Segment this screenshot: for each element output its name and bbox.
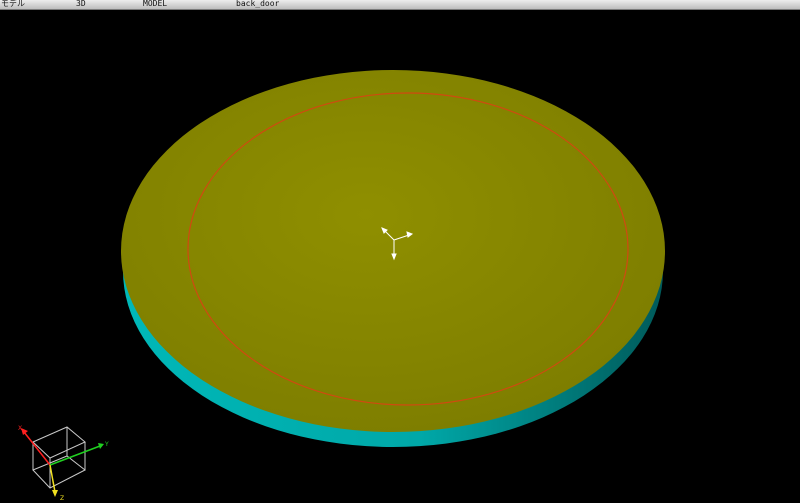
x-axis-label: X [18, 425, 22, 432]
view-cube-icon[interactable] [21, 426, 104, 497]
y-axis-label: Y [104, 441, 109, 448]
title-bar: モデル 3D MODEL back_door [0, 0, 800, 10]
view-label: 3D [76, 0, 86, 8]
type-label: MODEL [143, 0, 168, 8]
3d-viewport[interactable]: X Y Z [0, 10, 800, 503]
mode-label: モデル [1, 0, 25, 8]
disk-top-face[interactable] [121, 70, 665, 432]
z-axis-label: Z [60, 495, 64, 502]
document-name: back_door [236, 0, 280, 8]
cad-window: モデル 3D MODEL back_door X Y Z [0, 0, 800, 503]
viewport-canvas[interactable]: X Y Z [0, 10, 800, 503]
